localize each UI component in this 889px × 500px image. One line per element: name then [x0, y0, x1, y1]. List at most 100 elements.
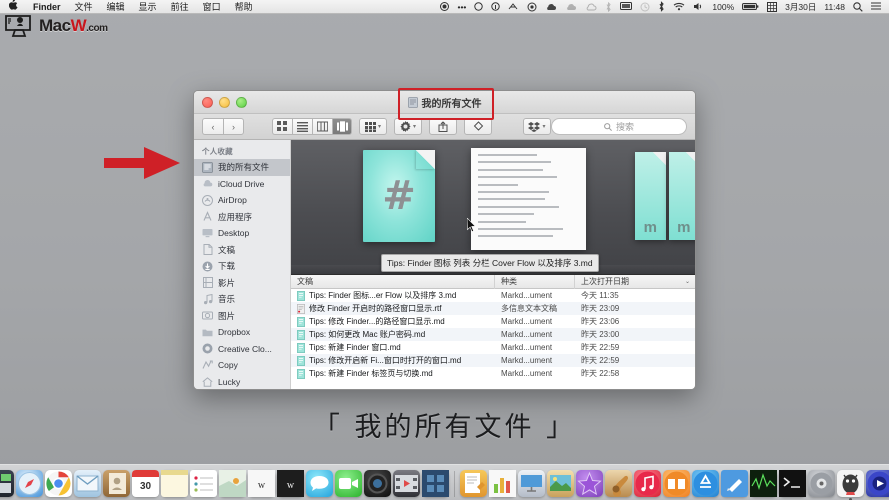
sidebar-item-dropbox[interactable]: Dropbox [194, 324, 290, 341]
ellipsis-icon[interactable]: ••• [453, 0, 470, 14]
maximize-button[interactable] [236, 96, 247, 108]
dock-item-messages[interactable] [306, 470, 333, 497]
menubar-time[interactable]: 11:48 [820, 0, 849, 14]
record-icon[interactable] [436, 0, 453, 14]
time-machine-icon[interactable] [636, 0, 654, 14]
dock-item-mail[interactable] [74, 470, 101, 497]
antenna-icon[interactable] [504, 0, 523, 14]
sidebar-item-icloud-drive[interactable]: iCloud Drive [194, 176, 290, 193]
forward-button[interactable]: › [223, 118, 244, 135]
apple-menu-icon[interactable] [0, 0, 26, 15]
dock-item-quicktime[interactable] [866, 470, 889, 497]
coverflow-next-items[interactable]: m m [635, 152, 695, 240]
dock-item-final-cut[interactable] [422, 470, 449, 497]
coverflow-text-preview[interactable] [471, 148, 586, 250]
battery-icon[interactable] [738, 0, 763, 14]
table-row[interactable]: Tips: 新建 Finder 窗口.md Markd...ument 昨天 2… [291, 341, 695, 354]
share-button[interactable] [429, 118, 457, 135]
dock-item-iphoto[interactable] [547, 470, 574, 497]
table-row[interactable]: Tips: Finder 图标...er Flow 以及排序 3.md Mark… [291, 289, 695, 302]
menu-item-edit[interactable]: 编辑 [100, 0, 132, 14]
coverflow-view-button[interactable] [332, 118, 352, 135]
finder-titlebar[interactable]: 我的所有文件 [194, 91, 695, 114]
dock-item-pages[interactable] [460, 470, 487, 497]
sidebar-item-music[interactable]: 音乐 [194, 291, 290, 308]
minimize-button[interactable] [219, 96, 230, 108]
sidebar-item-movies[interactable]: 影片 [194, 275, 290, 292]
sidebar-item-airdrop[interactable]: AirDrop [194, 192, 290, 209]
dock-item-word-dark[interactable]: w [277, 470, 304, 497]
dock-item-qq[interactable] [837, 470, 864, 500]
dock-item-imovie-star[interactable] [576, 470, 603, 497]
icon-view-button[interactable] [272, 118, 292, 135]
dock-item-facetime[interactable] [335, 470, 362, 497]
action-gear-button[interactable]: ▾ [394, 118, 422, 135]
sidebar-item-desktop[interactable]: Desktop [194, 225, 290, 242]
file-list-body[interactable]: Tips: Finder 图标...er Flow 以及排序 3.md Mark… [291, 289, 695, 389]
at-icon[interactable] [523, 0, 541, 14]
sidebar-item-lucky-home[interactable]: Lucky [194, 374, 290, 390]
calendar-grid-icon[interactable] [763, 0, 781, 14]
spotlight-search-icon[interactable] [849, 0, 867, 14]
dock-item-xcode[interactable] [721, 470, 748, 497]
dock-item-photos[interactable] [364, 470, 391, 497]
sidebar-item-downloads[interactable]: 下载 [194, 258, 290, 275]
dock-item-ibooks[interactable] [663, 470, 690, 497]
table-row[interactable]: 修改 Finder 开启时的路径窗口显示.rtf 多信息文本文稿 昨天 23:0… [291, 302, 695, 315]
dock-item-notes[interactable] [161, 470, 188, 497]
menu-item-go[interactable]: 前往 [164, 0, 196, 14]
sidebar-item-all-files[interactable]: 我的所有文件 [194, 159, 290, 176]
close-button[interactable] [202, 96, 213, 108]
menubar-date[interactable]: 3月30日 [781, 0, 820, 14]
sidebar-item-pictures[interactable]: 图片 [194, 308, 290, 325]
circle-icon[interactable] [470, 0, 487, 14]
dock-item-calendar[interactable]: 30 [132, 470, 159, 497]
column-header-date[interactable]: 上次打开日期 ⌄ [575, 275, 695, 289]
menu-app-name[interactable]: Finder [26, 0, 68, 14]
dock-item-system-preferences[interactable] [808, 470, 835, 497]
table-row[interactable]: Tips: 修改开启新 Fi...窗口时打开的窗口.md Markd...ume… [291, 354, 695, 367]
coverflow-item-next[interactable]: m [635, 152, 666, 240]
back-button[interactable]: ‹ [202, 118, 223, 135]
tags-button[interactable] [464, 118, 492, 135]
dock-item-contacts[interactable] [103, 470, 130, 497]
list-view-button[interactable] [292, 118, 312, 135]
notification-center-list-icon[interactable] [867, 0, 885, 14]
cloud-up-icon[interactable] [581, 0, 601, 14]
cloud-icon[interactable] [541, 0, 561, 14]
dock-item-keynote[interactable] [518, 470, 545, 497]
display-icon[interactable] [616, 0, 636, 14]
table-row[interactable]: Tips: 如何更改 Mac 账户密码.md Markd...ument 昨天 … [291, 328, 695, 341]
menu-item-window[interactable]: 窗口 [196, 0, 228, 14]
column-view-button[interactable] [312, 118, 332, 135]
coverflow-selected-item[interactable]: # [363, 150, 435, 242]
menu-item-file[interactable]: 文件 [68, 0, 100, 14]
dock-item-maps[interactable] [219, 470, 246, 497]
dock-item-itunes[interactable] [634, 470, 661, 497]
dock-item-chrome[interactable] [45, 470, 72, 497]
dock-item-safari[interactable] [16, 470, 43, 497]
column-header-kind[interactable]: 种类 [495, 274, 575, 289]
dock-item-app-store[interactable] [692, 470, 719, 497]
coverflow-pane[interactable]: # m m Tips: Finder 图标 列表 分栏 Cover Flow 以… [291, 140, 695, 275]
dock-item-imovie[interactable] [393, 470, 420, 497]
coverflow-item-next2[interactable]: m [668, 152, 695, 240]
dock-item-garageband[interactable] [605, 470, 632, 497]
sidebar-item-applications[interactable]: 应用程序 [194, 209, 290, 226]
sidebar-item-creative-cloud[interactable]: Creative Clo... [194, 341, 290, 358]
volume-icon[interactable] [689, 0, 708, 14]
search-input[interactable]: 搜索 [551, 118, 687, 135]
sidebar-item-copy[interactable]: Copy [194, 357, 290, 374]
table-row[interactable]: Tips: 修改 Finder...的路径窗口显示.md Markd...ume… [291, 315, 695, 328]
table-row[interactable]: Tips: 新建 Finder 标签页与切换.md Markd...ument … [291, 367, 695, 380]
dock-item-activity-monitor[interactable] [750, 470, 777, 497]
dock-item-mission-control[interactable] [0, 470, 14, 497]
column-header-name[interactable]: 文稿 [291, 274, 495, 289]
cloud-dim-icon[interactable] [561, 0, 581, 14]
menu-item-help[interactable]: 帮助 [228, 0, 260, 14]
info-icon[interactable] [487, 0, 504, 14]
sidebar-item-documents[interactable]: 文稿 [194, 242, 290, 259]
wifi-icon[interactable] [669, 0, 689, 14]
dock-item-numbers[interactable] [489, 470, 516, 497]
dock-item-reminders[interactable] [190, 470, 217, 497]
